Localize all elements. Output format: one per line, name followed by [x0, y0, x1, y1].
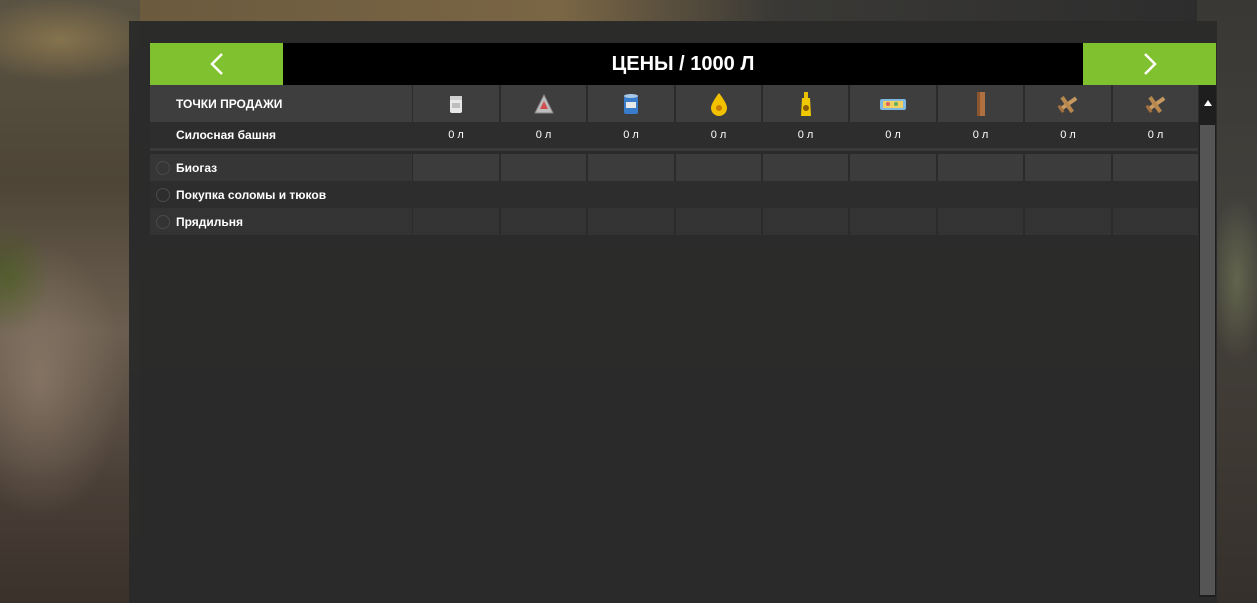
sunflower-oil-bottle-icon[interactable] — [763, 85, 848, 122]
silo-value: 0 л — [535, 129, 552, 141]
silo-value: 0 л — [972, 129, 989, 141]
price-cell — [1113, 154, 1198, 181]
silo-value: 0 л — [1147, 129, 1164, 141]
butter-can-icon[interactable] — [588, 85, 674, 122]
price-cell — [676, 208, 761, 235]
table-row-biogas[interactable]: Биогаз — [150, 154, 1198, 181]
price-cell — [501, 208, 586, 235]
wooden-toy-plane-icon[interactable] — [1113, 85, 1198, 122]
table-row-spinnery[interactable]: Прядильня — [150, 208, 1198, 235]
flour-bag-icon[interactable] — [413, 85, 499, 122]
sell-point-icon — [156, 187, 170, 202]
price-cell — [938, 154, 1023, 181]
price-cell — [501, 154, 586, 181]
price-cell — [1113, 208, 1198, 235]
silo-value: 0 л — [448, 129, 464, 141]
silo-value: 0 л — [885, 129, 901, 141]
scroll-up-button[interactable] — [1199, 85, 1216, 121]
price-cell — [1025, 208, 1111, 235]
scrollbar[interactable] — [1199, 85, 1216, 597]
price-cell — [413, 208, 499, 235]
header-bar: ЦЕНЫ / 1000 Л — [150, 43, 1216, 85]
next-page-button[interactable] — [1083, 43, 1216, 85]
cardboard-icon[interactable] — [938, 85, 1023, 122]
silo-label: Силосная башня — [176, 128, 276, 142]
silo-value: 0 л — [710, 129, 727, 141]
price-cell — [413, 154, 499, 181]
scroll-thumb[interactable] — [1200, 125, 1215, 595]
sell-point-icon — [156, 160, 170, 175]
fertilizer-pyramid-icon[interactable] — [501, 85, 586, 122]
sell-point-icon — [156, 214, 170, 229]
price-cell — [588, 208, 674, 235]
chevron-left-icon — [209, 53, 223, 75]
wooden-toy-plane-icon[interactable] — [1025, 85, 1111, 122]
prev-page-button[interactable] — [150, 43, 283, 85]
spinnery-label: Прядильня — [150, 208, 412, 235]
silo-value: 0 л — [623, 129, 639, 141]
cake-icon[interactable] — [850, 85, 936, 122]
background-scenery-top — [140, 0, 1197, 22]
straw-purchase-label: Покупка соломы и тюков — [150, 181, 412, 208]
price-cell — [676, 154, 761, 181]
table-row-straw-purchase[interactable]: Покупка соломы и тюков — [150, 181, 1198, 208]
price-cell — [850, 154, 936, 181]
table-row-silo[interactable]: Силосная башня 0 л 0 л 0 л 0 л 0 л 0 л 0… — [150, 122, 1198, 148]
prices-table: ТОЧКИ ПРОДАЖИ Силосная башня 0 л 0 л 0 л… — [150, 85, 1198, 235]
biogas-label: Биогаз — [150, 154, 412, 181]
triangle-up-icon — [1203, 100, 1212, 106]
divider — [150, 148, 1198, 151]
price-cell — [850, 208, 936, 235]
table-header-row: ТОЧКИ ПРОДАЖИ — [150, 85, 1198, 122]
sell-points-header: ТОЧКИ ПРОДАЖИ — [150, 85, 412, 122]
price-cell — [938, 208, 1023, 235]
price-cell — [763, 154, 848, 181]
silo-value: 0 л — [1060, 129, 1076, 141]
price-cell — [588, 154, 674, 181]
sunflower-oil-drop-icon[interactable] — [676, 85, 761, 122]
chevron-right-icon — [1143, 53, 1157, 75]
price-cell — [763, 208, 848, 235]
background-scenery-left — [0, 0, 140, 603]
silo-value: 0 л — [797, 129, 814, 141]
page-title: ЦЕНЫ / 1000 Л — [611, 52, 755, 75]
price-cell — [1025, 154, 1111, 181]
